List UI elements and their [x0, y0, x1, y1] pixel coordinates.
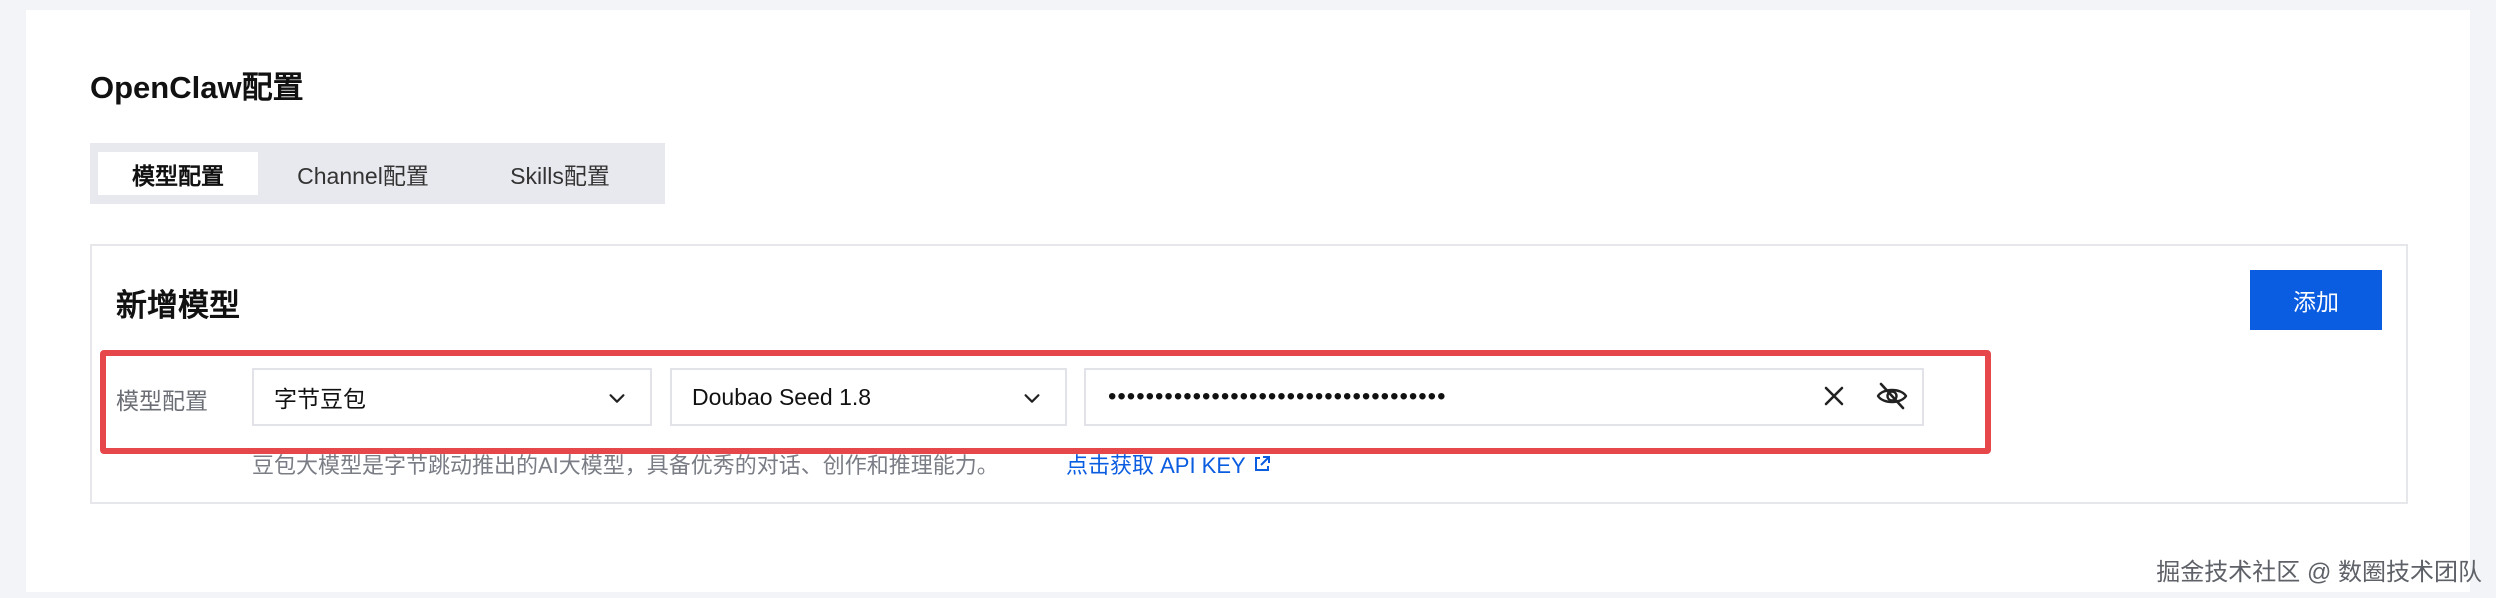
tab-channel-config[interactable]: Channel配置 [268, 152, 458, 195]
tab-bar: 模型配置 Channel配置 Skills配置 [90, 143, 665, 204]
external-link-icon [1254, 456, 1270, 471]
highlight-box [100, 350, 1991, 454]
tab-model-config[interactable]: 模型配置 [98, 152, 258, 195]
add-button[interactable]: 添加 [2250, 270, 2382, 330]
tab-skills-config[interactable]: Skills配置 [460, 152, 660, 195]
watermark: 掘金技术社区 @ 数圈技术团队 [2156, 559, 2482, 586]
page-title: OpenClaw配置 [90, 70, 304, 105]
panel-title: 新增模型 [116, 288, 240, 323]
